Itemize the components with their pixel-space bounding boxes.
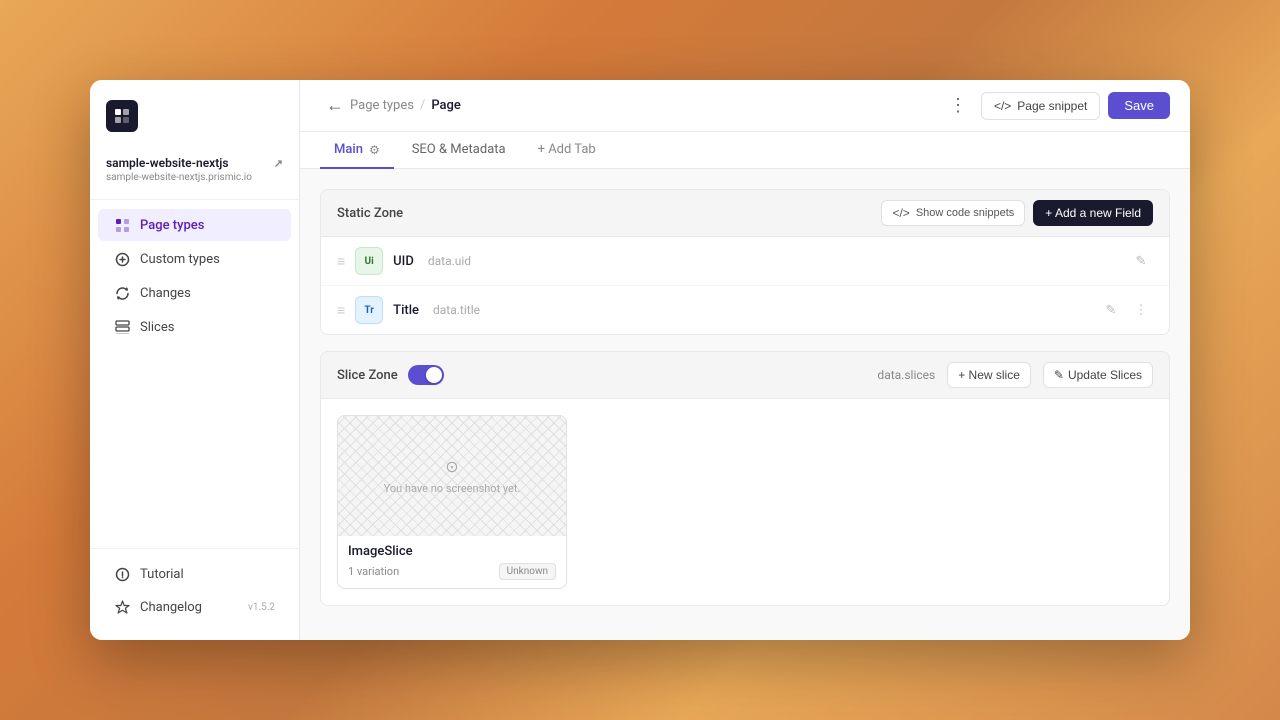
nav-item-changelog[interactable]: Changelog v1.5.2 bbox=[98, 591, 291, 623]
update-slices-button[interactable]: ✎ Update Slices bbox=[1043, 362, 1153, 388]
more-title-button[interactable]: ⋮ bbox=[1129, 298, 1153, 322]
changes-icon bbox=[114, 285, 130, 301]
slice-zone: Slice Zone data.slices + New slice ✎ Upd… bbox=[320, 351, 1170, 606]
update-slices-label: Update Slices bbox=[1068, 368, 1142, 382]
slice-zone-toggle[interactable] bbox=[408, 365, 444, 385]
add-field-label: + Add a new Field bbox=[1045, 206, 1141, 220]
breadcrumb-separator: / bbox=[420, 98, 425, 113]
field-badge-uid: Ui bbox=[355, 247, 383, 275]
static-zone-header: Static Zone </> Show code snippets + Add… bbox=[321, 190, 1169, 237]
field-row-title: ≡ Tr Title data.title ✎ ⋮ bbox=[321, 286, 1169, 334]
breadcrumb-current: Page bbox=[431, 98, 461, 113]
save-button[interactable]: Save bbox=[1108, 92, 1170, 119]
slice-info: ImageSlice 1 variation Unknown bbox=[338, 536, 566, 588]
show-snippets-label: Show code snippets bbox=[916, 207, 1014, 219]
no-screenshot-text: You have no screenshot yet. bbox=[384, 482, 521, 495]
slice-content: ⊙ You have no screenshot yet. ImageSlice… bbox=[321, 399, 1169, 605]
drag-handle-title[interactable]: ≡ bbox=[337, 302, 345, 319]
static-zone-actions: </> Show code snippets + Add a new Field bbox=[881, 200, 1153, 226]
tab-seo-label: SEO & Metadata bbox=[412, 142, 506, 157]
tab-seo[interactable]: SEO & Metadata bbox=[398, 132, 520, 169]
drag-handle-uid[interactable]: ≡ bbox=[337, 253, 345, 270]
slice-zone-header: Slice Zone data.slices + New slice ✎ Upd… bbox=[321, 352, 1169, 399]
nav-item-page-types[interactable]: Page types bbox=[98, 209, 291, 241]
project-url: sample-website-nextjs.prismic.io bbox=[106, 172, 283, 183]
tutorial-icon bbox=[114, 566, 130, 582]
breadcrumb: Page types / Page bbox=[350, 98, 461, 113]
field-path-uid: data.uid bbox=[428, 254, 471, 268]
add-field-button[interactable]: + Add a new Field bbox=[1033, 200, 1153, 226]
field-actions-title: ✎ ⋮ bbox=[1099, 298, 1153, 322]
field-actions-uid: ✎ bbox=[1129, 249, 1153, 273]
nav-item-changes[interactable]: Changes bbox=[98, 277, 291, 309]
changelog-icon bbox=[114, 599, 130, 615]
tab-main-label: Main bbox=[334, 142, 363, 157]
external-link-icon[interactable]: ↗ bbox=[274, 157, 283, 170]
field-badge-title: Tr bbox=[355, 296, 383, 324]
sidebar-logo bbox=[90, 96, 299, 148]
show-snippets-button[interactable]: </> Show code snippets bbox=[881, 200, 1025, 226]
nav-label-tutorial: Tutorial bbox=[140, 567, 184, 582]
project-info: sample-website-nextjs ↗ sample-website-n… bbox=[90, 148, 299, 200]
nav-item-slices[interactable]: Slices bbox=[98, 311, 291, 343]
new-slice-label: + New slice bbox=[958, 368, 1020, 382]
field-path-title: data.title bbox=[433, 303, 480, 317]
header-actions: ⋮ </> Page snippet Save bbox=[943, 91, 1170, 121]
static-zone: Static Zone </> Show code snippets + Add… bbox=[320, 189, 1170, 335]
field-row-uid: ≡ Ui UID data.uid ✎ bbox=[321, 237, 1169, 286]
version-badge: v1.5.2 bbox=[248, 602, 275, 613]
snippet-button-label: Page snippet bbox=[1017, 99, 1087, 113]
nav-label-slices: Slices bbox=[140, 320, 174, 335]
content-area: Static Zone </> Show code snippets + Add… bbox=[300, 169, 1190, 640]
main-content: ← Page types / Page ⋮ </> Page snippet S… bbox=[300, 80, 1190, 640]
back-button[interactable]: ← bbox=[320, 91, 350, 121]
slice-meta: 1 variation Unknown bbox=[348, 563, 556, 580]
static-zone-title: Static Zone bbox=[337, 206, 403, 221]
tab-main[interactable]: Main ⚙ bbox=[320, 132, 394, 169]
slice-name: ImageSlice bbox=[348, 544, 556, 559]
field-name-uid: UID bbox=[393, 254, 414, 269]
app-logo-icon bbox=[106, 100, 138, 132]
edit-title-button[interactable]: ✎ bbox=[1099, 298, 1123, 322]
slice-screenshot: ⊙ You have no screenshot yet. bbox=[338, 416, 566, 536]
nav-label-changelog: Changelog bbox=[140, 600, 202, 615]
nav-item-custom-types[interactable]: Custom types bbox=[98, 243, 291, 275]
tab-main-icon: ⚙ bbox=[369, 143, 380, 157]
nav-label-page-types: Page types bbox=[140, 218, 204, 233]
field-name-title: Title bbox=[393, 303, 419, 318]
page-snippet-button[interactable]: </> Page snippet bbox=[981, 92, 1100, 120]
project-name-text: sample-website-nextjs bbox=[106, 156, 229, 170]
slices-icon bbox=[114, 319, 130, 335]
nav-label-changes: Changes bbox=[140, 286, 191, 301]
toggle-knob bbox=[426, 367, 442, 383]
custom-types-icon bbox=[114, 251, 130, 267]
tab-add[interactable]: + Add Tab bbox=[524, 132, 610, 169]
screenshot-placeholder-icon: ⊙ bbox=[445, 457, 458, 476]
tab-bar: Main ⚙ SEO & Metadata + Add Tab bbox=[300, 132, 1190, 169]
slice-status-badge: Unknown bbox=[499, 563, 556, 580]
slice-variation-count: 1 variation bbox=[348, 565, 399, 578]
tab-add-label: + Add Tab bbox=[538, 142, 596, 157]
edit-uid-button[interactable]: ✎ bbox=[1129, 249, 1153, 273]
page-header: ← Page types / Page ⋮ </> Page snippet S… bbox=[300, 80, 1190, 132]
slice-zone-title: Slice Zone bbox=[337, 368, 398, 383]
page-types-icon bbox=[114, 217, 130, 233]
code-icon: </> bbox=[892, 206, 909, 220]
snippet-code-icon: </> bbox=[994, 99, 1011, 113]
nav-item-tutorial[interactable]: Tutorial bbox=[98, 558, 291, 590]
slice-card-imageslice[interactable]: ⊙ You have no screenshot yet. ImageSlice… bbox=[337, 415, 567, 589]
nav-label-custom-types: Custom types bbox=[140, 252, 220, 267]
update-slices-icon: ✎ bbox=[1054, 368, 1064, 382]
sidebar: sample-website-nextjs ↗ sample-website-n… bbox=[90, 80, 300, 640]
new-slice-button[interactable]: + New slice bbox=[947, 362, 1031, 388]
slice-zone-right: data.slices + New slice ✎ Update Slices bbox=[877, 362, 1153, 388]
slice-zone-data-label: data.slices bbox=[877, 368, 935, 382]
breadcrumb-parent[interactable]: Page types bbox=[350, 98, 414, 113]
more-options-button[interactable]: ⋮ bbox=[943, 91, 973, 121]
sidebar-bottom: Tutorial Changelog v1.5.2 bbox=[90, 548, 299, 624]
